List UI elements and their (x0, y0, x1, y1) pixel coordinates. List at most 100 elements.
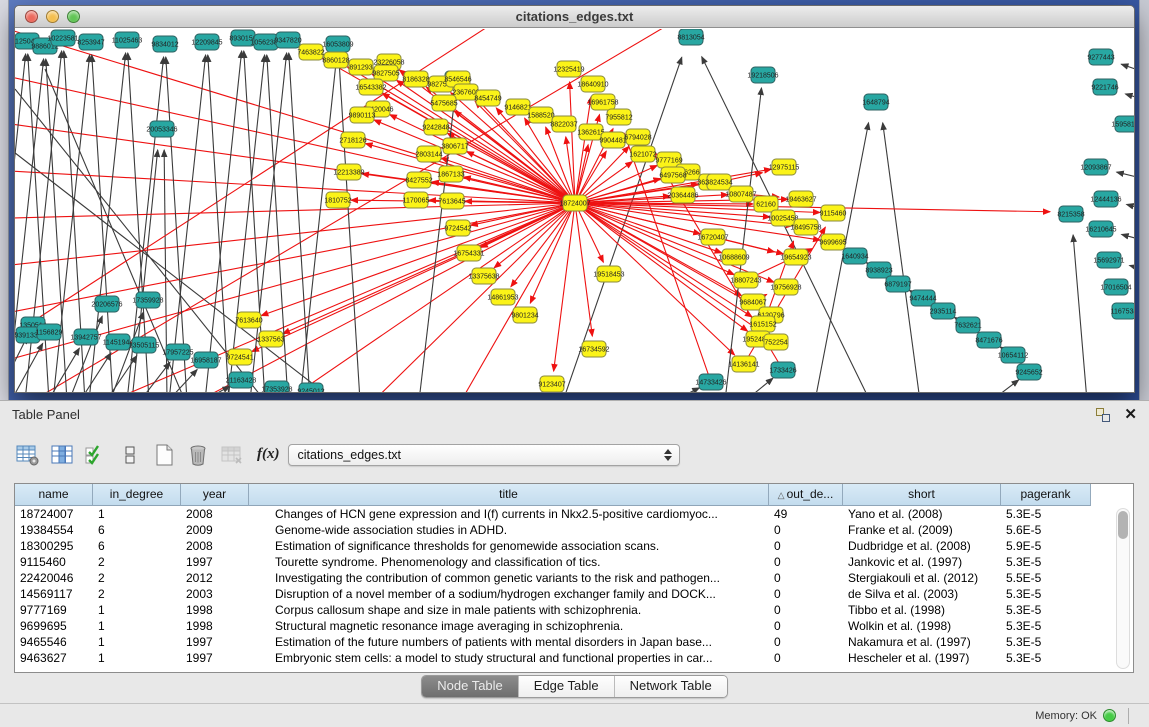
graph-node[interactable]: 6794028 (624, 129, 651, 145)
graph-node[interactable]: 1615152 (749, 316, 776, 332)
tab-network-table[interactable]: Network Table (615, 676, 727, 697)
graph-node[interactable]: 1640934 (841, 248, 868, 264)
graph-node[interactable]: 1621072 (629, 146, 656, 162)
graph-node[interactable]: 9245012 (297, 383, 324, 392)
graph-node[interactable]: 14861953 (487, 289, 518, 305)
tab-edge-table[interactable]: Edge Table (519, 676, 615, 697)
graph-node[interactable]: 9242848 (422, 119, 449, 135)
graph-node[interactable]: 3824534 (705, 174, 732, 190)
graph-node[interactable]: 17353928 (261, 381, 292, 392)
column-header-in_degree[interactable]: in_degree (93, 484, 181, 506)
column-header-short[interactable]: short (843, 484, 1001, 506)
memory-status-icon[interactable] (1103, 709, 1116, 722)
citation-edge-black[interactable] (69, 316, 102, 392)
citation-edge-red[interactable] (15, 203, 575, 269)
graph-node[interactable]: 1648794 (862, 94, 889, 110)
graph-node[interactable]: 9347820 (274, 32, 301, 48)
graph-node[interactable]: 8253947 (77, 34, 104, 50)
graph-node[interactable]: 12093867 (1080, 159, 1111, 175)
graph-node[interactable]: 13375638 (468, 268, 499, 284)
citation-edge-black[interactable] (166, 57, 187, 392)
graph-node[interactable]: 9277443 (1087, 49, 1114, 65)
graph-node[interactable]: 7613640 (235, 312, 262, 328)
graph-node[interactable]: 12325419 (553, 61, 584, 77)
graph-node[interactable]: 10654112 (998, 347, 1029, 363)
function-builder-icon[interactable]: f(x) (257, 446, 280, 463)
table-row[interactable]: 946362711997Embryonic stem cells: a mode… (15, 650, 1133, 666)
graph-node[interactable]: 7613645 (438, 193, 465, 209)
graph-node[interactable]: 8186328 (402, 71, 429, 87)
citation-edge-black[interactable] (1127, 204, 1134, 211)
graph-node[interactable]: 8822037 (550, 116, 577, 132)
graph-node[interactable]: 9123407 (538, 376, 565, 392)
graph-node[interactable]: 6879197 (884, 276, 911, 292)
graph-node[interactable]: 15958132 (1111, 116, 1134, 132)
table-scrollbar[interactable] (1116, 508, 1130, 669)
graph-node[interactable]: 12975115 (769, 159, 800, 175)
graph-node[interactable]: 1337563 (257, 331, 284, 347)
graph-node[interactable]: 8454749 (474, 90, 501, 106)
graph-node[interactable]: 13505115 (129, 337, 160, 353)
column-header-title[interactable]: title (249, 484, 769, 506)
citation-edge-black[interactable] (1121, 64, 1134, 74)
zoom-window-icon[interactable] (67, 10, 80, 23)
citation-edge-black[interactable] (991, 380, 1019, 392)
graph-node[interactable]: 1733426 (769, 362, 796, 378)
scrollbar-thumb[interactable] (1118, 511, 1128, 539)
column-header-out_degree[interactable]: △out_de... (769, 484, 843, 506)
delete-column-icon[interactable] (183, 442, 213, 468)
table-row[interactable]: 1872400712008Changes of HCN gene express… (15, 506, 1133, 522)
table-row[interactable]: 1456911722003Disruption of a novel membe… (15, 586, 1133, 602)
graph-node[interactable]: 7955812 (605, 109, 632, 125)
graph-node[interactable]: 1867133 (437, 166, 464, 182)
graph-node[interactable]: 5475685 (430, 95, 457, 111)
citation-edge-black[interactable] (1130, 265, 1134, 272)
network-window-titlebar[interactable]: citations_edges.txt (15, 6, 1134, 28)
graph-node[interactable]: 18807243 (730, 272, 761, 288)
graph-node[interactable]: 2935114 (930, 303, 957, 319)
table-row[interactable]: 969969511998Structural magnetic resonanc… (15, 618, 1133, 634)
citation-edge-black[interactable] (1073, 235, 1087, 392)
selection-mode-icon[interactable] (81, 442, 111, 468)
graph-node[interactable]: 891293 (349, 59, 373, 75)
graph-node[interactable]: 11025463 (112, 32, 143, 48)
network-canvas[interactable]: 1125046598860121022358182539471102546398… (15, 29, 1134, 392)
citation-edge-red[interactable] (575, 145, 588, 203)
graph-node[interactable]: 10223581 (47, 30, 78, 46)
citation-edge-black[interactable] (673, 388, 699, 392)
graph-node[interactable]: 9890113 (349, 107, 376, 123)
graph-node[interactable]: 15692971 (1093, 252, 1124, 268)
graph-node[interactable]: 14136141 (728, 356, 759, 372)
citation-edge-black[interactable] (1125, 94, 1134, 101)
graph-node[interactable]: 6497568 (659, 167, 686, 183)
table-selector-dropdown[interactable]: citations_edges.txt (288, 444, 680, 466)
graph-node[interactable]: 16053809 (322, 36, 353, 52)
graph-node[interactable]: 8938923 (865, 262, 892, 278)
graph-node[interactable]: 8215358 (1057, 206, 1084, 222)
graph-node[interactable]: 9724542 (444, 220, 471, 236)
close-panel-icon[interactable]: ✕ (1124, 408, 1137, 422)
citation-edge-red[interactable] (15, 203, 575, 219)
citation-edge-black[interactable] (15, 343, 43, 392)
citation-edge-red[interactable] (374, 120, 575, 203)
citation-edge-black[interactable] (883, 123, 920, 392)
minimize-window-icon[interactable] (46, 10, 59, 23)
table-row[interactable]: 2242004622012Investigating the contribut… (15, 570, 1133, 586)
graph-node[interactable]: 1810752 (324, 192, 351, 208)
graph-node[interactable]: 18640910 (577, 76, 608, 92)
graph-node[interactable]: 21163428 (226, 372, 257, 388)
graph-node[interactable]: 7463822 (297, 44, 324, 60)
graph-node[interactable]: 9834012 (151, 36, 178, 52)
table-row[interactable]: 1830029562008Estimation of significance … (15, 538, 1133, 554)
column-header-pagerank[interactable]: pagerank (1001, 484, 1091, 506)
column-header-name[interactable]: name (15, 484, 93, 506)
column-header-year[interactable]: year (181, 484, 249, 506)
tab-node-table[interactable]: Node Table (422, 676, 519, 697)
graph-node[interactable]: 12209845 (191, 34, 222, 50)
graph-node[interactable]: 2803144 (415, 146, 442, 162)
close-window-icon[interactable] (25, 10, 38, 23)
graph-node[interactable]: 16210645 (1085, 221, 1116, 237)
table-row[interactable]: 977716911998Corpus callosum shape and si… (15, 602, 1133, 618)
graph-node[interactable]: 18495758 (790, 219, 821, 235)
graph-node[interactable]: 10688609 (718, 249, 749, 265)
